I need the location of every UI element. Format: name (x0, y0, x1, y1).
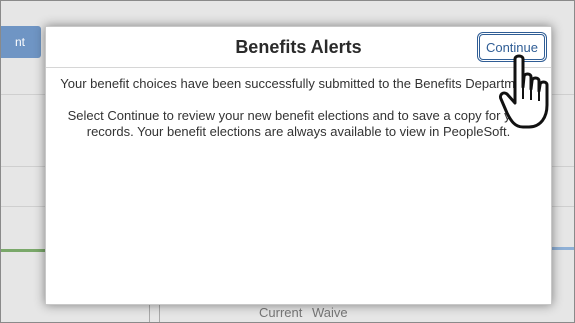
screenshot-frame: nt Current Waive Benefits Alerts Continu… (0, 0, 575, 323)
hand-pointer-icon (499, 54, 549, 129)
background-green-bar (1, 249, 46, 252)
dialog-body: Your benefit choices have been successfu… (46, 68, 551, 140)
instructions-message: Select Continue to review your new benef… (67, 108, 530, 139)
background-column-divider (149, 303, 150, 322)
dialog-header: Benefits Alerts Continue (46, 27, 551, 68)
benefits-alerts-dialog: Benefits Alerts Continue Your benefit ch… (45, 26, 552, 305)
dialog-title: Benefits Alerts (235, 37, 362, 57)
background-column-headers: Current Waive (259, 305, 348, 320)
background-column-divider (159, 303, 160, 322)
submission-message: Your benefit choices have been successfu… (60, 76, 537, 91)
background-button: nt (1, 26, 41, 58)
